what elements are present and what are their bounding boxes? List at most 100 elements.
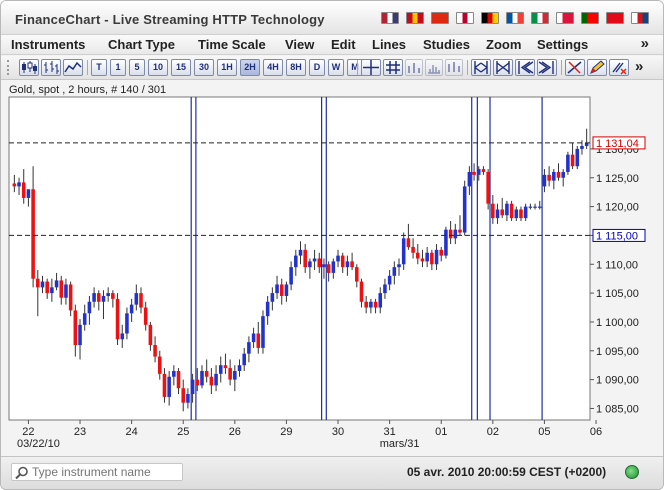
zoom-out-button[interactable] [493,59,513,76]
candle-body [181,388,186,403]
candle-body [359,281,364,302]
flag-chinese-icon[interactable] [431,12,449,24]
menu-zoom[interactable]: Zoom [486,37,521,52]
flag-french-icon[interactable] [506,12,524,24]
candle-body [542,174,547,187]
candle-body [345,261,350,268]
crosshair-button[interactable] [361,59,381,76]
flag-polish-icon[interactable] [556,12,574,24]
ohlc-bars-icon [44,61,59,74]
timescale-button-1[interactable]: 1 [110,59,126,76]
candle-body [537,206,542,208]
menu-studies[interactable]: Studies [423,37,470,52]
scroll-left-button[interactable] [515,59,535,76]
candle-body [125,313,129,334]
language-flags [381,12,649,24]
toolbar-grip-icon[interactable] [7,60,11,75]
candle-body [312,258,317,262]
menu-settings[interactable]: Settings [537,37,588,52]
level-price-label: 1 131,04 [596,138,639,150]
timescale-button-2h[interactable]: 2H [240,59,260,76]
x-axis-label: 30 [332,426,344,438]
menu-lines[interactable]: Lines [372,37,406,52]
timescale-button-1h[interactable]: 1H [217,59,237,76]
price-chart[interactable]: 1 130,001 125,001 120,001 115,001 110,00… [1,81,663,456]
candle-body [82,313,87,325]
timescale-button-w[interactable]: W [328,59,344,76]
instrument-search[interactable] [11,463,183,481]
grid-button[interactable] [383,59,403,76]
candlestick-chart-button[interactable] [19,59,39,76]
flag-czech-icon[interactable] [631,12,649,24]
pencil-button[interactable] [587,59,607,76]
draw-trendline-button[interactable] [565,59,585,76]
candle-body [369,301,373,308]
level-price-label: 1 115,00 [596,230,638,242]
candle-body [294,255,298,268]
menu-instruments[interactable]: Instruments [11,37,85,52]
x-axis-label: 02 [487,426,499,438]
candle-body [355,267,359,282]
timescale-button-8h[interactable]: 8H [286,59,306,76]
candle-body [401,238,406,265]
candle-body [172,370,176,377]
timescale-button-10[interactable]: 10 [148,59,168,76]
candle-body [340,255,345,268]
search-icon [15,466,28,480]
candle-body [383,284,387,294]
candle-body [331,261,336,273]
timescale-button-t[interactable]: T [91,59,107,76]
candle-body [500,209,504,216]
flag-english-icon[interactable] [381,12,399,24]
compare-button[interactable] [445,59,463,76]
menu-edit[interactable]: Edit [331,37,356,52]
candle-body [45,281,49,294]
instrument-search-input[interactable] [32,465,180,479]
flag-italian-icon[interactable] [531,12,549,24]
delete-drawing-button[interactable] [609,59,629,76]
candle-body [36,278,40,288]
flag-portuguese-icon[interactable] [581,12,599,24]
app-window: FinanceChart - Live Streaming HTTP Techn… [0,0,664,490]
x-axis-label: 24 [125,426,137,438]
candle-body [378,293,383,308]
menu-view[interactable]: View [285,37,314,52]
flag-spanish-icon[interactable] [406,12,424,24]
toolbar-more-button[interactable]: » [635,58,643,75]
candle-body [26,189,31,198]
candle-body [533,206,537,208]
candle-body [322,264,326,268]
scroll-right-button[interactable] [537,59,557,76]
window-title: FinanceChart - Live Streaming HTTP Techn… [15,12,325,27]
zoom-in-arrows-icon [474,61,488,74]
candle-body [78,324,82,346]
candle-body [476,169,481,175]
timescale-button-5[interactable]: 5 [129,59,145,76]
menu-more-button[interactable]: » [641,35,649,52]
timescale-button-30[interactable]: 30 [194,59,214,76]
zoom-in-button[interactable] [471,59,491,76]
candle-body [97,293,101,302]
candle-body [209,376,214,386]
bar-chart-button[interactable] [41,59,61,76]
plot-area[interactable] [8,96,591,421]
line-chart-button[interactable] [63,59,83,76]
timescale-button-4h[interactable]: 4H [263,59,283,76]
candle-body [214,373,218,386]
candle-body [439,249,444,256]
candle-body [139,293,143,308]
volume-button[interactable] [425,59,443,76]
flag-german-icon[interactable] [481,12,499,24]
candle-body [561,171,565,178]
indicator-button[interactable] [405,59,423,76]
flag-japanese-icon[interactable] [456,12,474,24]
menu-time-scale[interactable]: Time Scale [198,37,266,52]
timescale-button-15[interactable]: 15 [171,59,191,76]
candle-body [523,206,528,219]
candle-body [200,370,204,386]
flag-turkish-icon[interactable] [606,12,624,24]
candle-body [275,284,279,294]
candle-body [247,342,251,354]
menu-chart-type[interactable]: Chart Type [108,37,175,52]
timescale-button-d[interactable]: D [309,59,325,76]
